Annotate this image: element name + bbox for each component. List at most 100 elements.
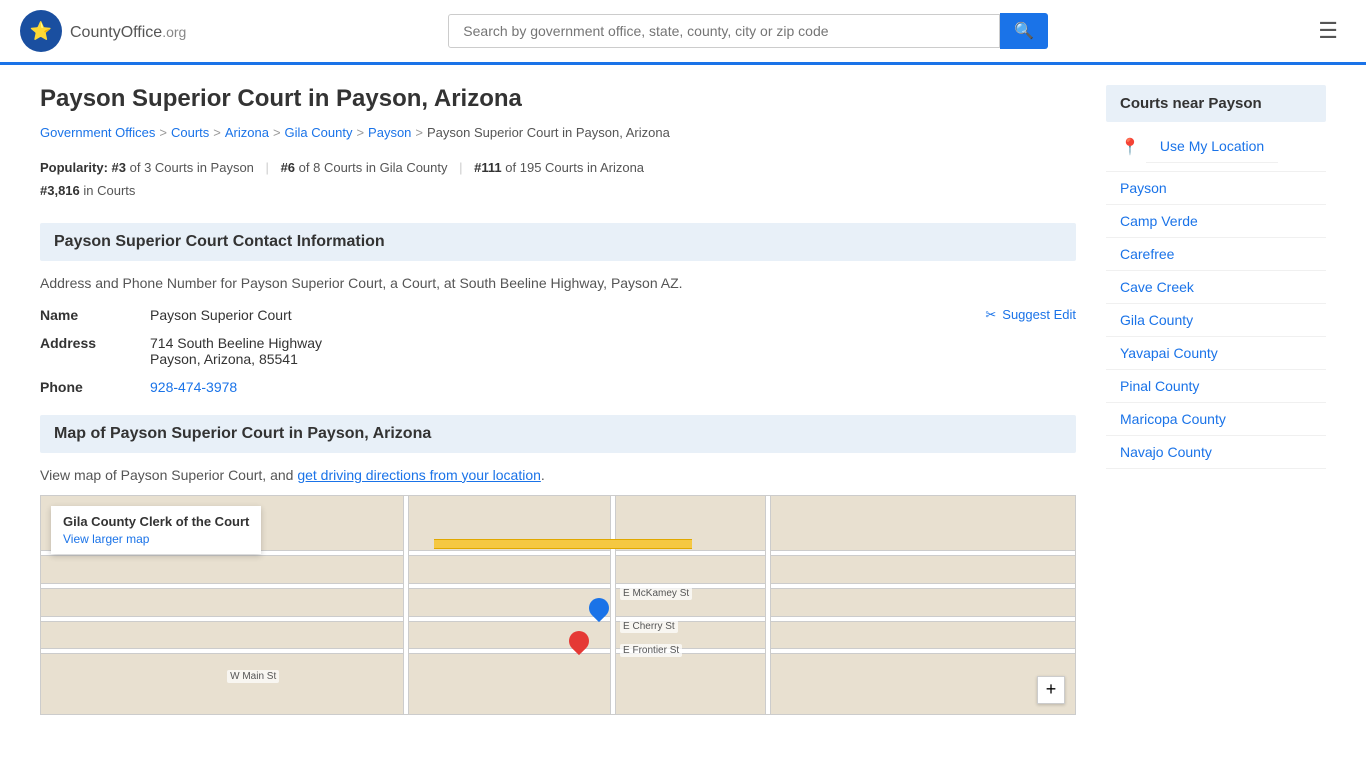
breadcrumb-arizona[interactable]: Arizona xyxy=(225,125,269,140)
address-line1: 714 South Beeline Highway xyxy=(150,335,1076,351)
map-road-v3 xyxy=(765,496,771,714)
name-row: Name Payson Superior Court ✂ Suggest Edi… xyxy=(40,307,1076,323)
header-right: ☰ xyxy=(1310,14,1346,48)
breadcrumb-sep-3: > xyxy=(273,125,281,140)
sidebar-link-cave-creek[interactable]: Cave Creek xyxy=(1106,271,1326,304)
sidebar-link-carefree[interactable]: Carefree xyxy=(1106,238,1326,271)
sidebar-link-maricopa-county[interactable]: Maricopa County xyxy=(1106,403,1326,436)
map-label-mckamey: E McKamey St xyxy=(620,587,692,600)
map-road-main xyxy=(434,539,693,549)
contact-description: Address and Phone Number for Payson Supe… xyxy=(40,275,1076,291)
phone-label: Phone xyxy=(40,379,150,395)
map-zoom-plus-button[interactable]: + xyxy=(1037,676,1065,704)
sidebar: Courts near Payson 📍 Use My Location Pay… xyxy=(1106,85,1326,715)
sidebar-list: 📍 Use My Location Payson Camp Verde Care… xyxy=(1106,122,1326,469)
sidebar-item-camp-verde: Camp Verde xyxy=(1106,205,1326,238)
sidebar-use-location: 📍 Use My Location xyxy=(1106,122,1326,172)
popularity-rank2-desc: of 8 Courts in Gila County xyxy=(299,160,448,175)
address-value: 714 South Beeline Highway Payson, Arizon… xyxy=(150,335,1076,367)
menu-button[interactable]: ☰ xyxy=(1310,14,1346,48)
map-desc-prefix: View map of Payson Superior Court, and xyxy=(40,467,297,483)
sidebar-link-gila-county[interactable]: Gila County xyxy=(1106,304,1326,337)
suggest-edit-label: Suggest Edit xyxy=(1002,307,1076,322)
breadcrumb-payson[interactable]: Payson xyxy=(368,125,411,140)
breadcrumb-current: Payson Superior Court in Payson, Arizona xyxy=(427,125,670,140)
location-pin-icon: 📍 xyxy=(1120,137,1140,157)
map-road-v1 xyxy=(403,496,409,714)
popularity-section: Popularity: #3 of 3 Courts in Payson | #… xyxy=(40,156,1076,203)
page-title: Payson Superior Court in Payson, Arizona xyxy=(40,85,1076,113)
breadcrumb-sep-1: > xyxy=(159,125,167,140)
search-icon: 🔍 xyxy=(1014,23,1034,40)
sidebar-link-pinal-county[interactable]: Pinal County xyxy=(1106,370,1326,403)
sidebar-link-camp-verde[interactable]: Camp Verde xyxy=(1106,205,1326,238)
map-overlay-title: Gila County Clerk of the Court xyxy=(63,514,249,529)
name-label: Name xyxy=(40,307,150,323)
address-row: Address 714 South Beeline Highway Payson… xyxy=(40,335,1076,367)
sidebar-title: Courts near Payson xyxy=(1106,85,1326,122)
map-road-h2 xyxy=(41,616,1075,622)
menu-icon: ☰ xyxy=(1318,18,1338,43)
logo-icon: ⭐ xyxy=(20,10,62,52)
search-button[interactable]: 🔍 xyxy=(1000,13,1048,49)
map-overlay: Gila County Clerk of the Court View larg… xyxy=(51,506,261,554)
breadcrumb-sep-5: > xyxy=(415,125,423,140)
logo-area: ⭐ CountyOffice.org xyxy=(20,10,186,52)
breadcrumb-sep-4: > xyxy=(356,125,364,140)
contact-section-header: Payson Superior Court Contact Informatio… xyxy=(40,223,1076,261)
sidebar-link-yavapai-county[interactable]: Yavapai County xyxy=(1106,337,1326,370)
header: ⭐ CountyOffice.org 🔍 ☰ xyxy=(0,0,1366,65)
map-road-v2 xyxy=(610,496,616,714)
map-pin-red xyxy=(569,631,589,659)
popularity-rank2: #6 xyxy=(281,160,295,175)
breadcrumb-gila-county[interactable]: Gila County xyxy=(285,125,353,140)
map-container: E McKamey St E Cherry St E Frontier St W… xyxy=(40,495,1076,715)
sidebar-item-gila-county: Gila County xyxy=(1106,304,1326,337)
phone-link[interactable]: 928-474-3978 xyxy=(150,379,237,395)
sidebar-item-pinal-county: Pinal County xyxy=(1106,370,1326,403)
sidebar-link-navajo-county[interactable]: Navajo County xyxy=(1106,436,1326,469)
popularity-rank1: #3 xyxy=(112,160,126,175)
view-larger-map-link[interactable]: View larger map xyxy=(63,532,149,546)
pop-divider-2: | xyxy=(459,160,462,175)
map-pin-blue xyxy=(589,598,609,626)
map-section: Map of Payson Superior Court in Payson, … xyxy=(40,415,1076,715)
sidebar-item-payson: Payson xyxy=(1106,172,1326,205)
popularity-rank1-desc: of 3 Courts in Payson xyxy=(130,160,254,175)
map-label-cherry: E Cherry St xyxy=(620,620,678,633)
breadcrumb-government-offices[interactable]: Government Offices xyxy=(40,125,155,140)
map-desc-suffix: . xyxy=(541,467,545,483)
popularity-rank3: #111 xyxy=(474,160,502,175)
logo-main: CountyOffice xyxy=(70,24,162,41)
breadcrumb-courts[interactable]: Courts xyxy=(171,125,209,140)
address-label: Address xyxy=(40,335,150,351)
map-label-main: W Main St xyxy=(227,670,279,683)
map-section-header: Map of Payson Superior Court in Payson, … xyxy=(40,415,1076,453)
map-road-h1 xyxy=(41,583,1075,589)
use-location-link[interactable]: Use My Location xyxy=(1146,130,1278,163)
popularity-rank4: #3,816 xyxy=(40,183,80,198)
content-area: Payson Superior Court in Payson, Arizona… xyxy=(40,85,1076,715)
sidebar-link-payson[interactable]: Payson xyxy=(1106,172,1326,205)
map-label-frontier: E Frontier St xyxy=(620,644,682,657)
main-container: Payson Superior Court in Payson, Arizona… xyxy=(0,65,1366,735)
search-area: 🔍 xyxy=(448,13,1048,49)
logo-suffix: .org xyxy=(162,24,186,40)
sidebar-item-navajo-county: Navajo County xyxy=(1106,436,1326,469)
popularity-rank3-desc: of 195 Courts in Arizona xyxy=(505,160,644,175)
phone-row: Phone 928-474-3978 xyxy=(40,379,1076,395)
driving-directions-link[interactable]: get driving directions from your locatio… xyxy=(297,467,541,483)
search-input[interactable] xyxy=(448,14,1000,48)
popularity-label: Popularity: xyxy=(40,160,108,175)
contact-section: Payson Superior Court Contact Informatio… xyxy=(40,223,1076,395)
phone-value: 928-474-3978 xyxy=(150,379,1076,395)
popularity-rank4-desc: in Courts xyxy=(83,183,135,198)
address-line2: Payson, Arizona, 85541 xyxy=(150,351,1076,367)
breadcrumb-sep-2: > xyxy=(213,125,221,140)
name-value: Payson Superior Court xyxy=(150,307,985,323)
suggest-edit-link[interactable]: ✂ Suggest Edit xyxy=(985,307,1076,323)
map-road-h3 xyxy=(41,648,1075,654)
sidebar-item-cave-creek: Cave Creek xyxy=(1106,271,1326,304)
breadcrumb: Government Offices > Courts > Arizona > … xyxy=(40,125,1076,140)
sidebar-item-maricopa-county: Maricopa County xyxy=(1106,403,1326,436)
